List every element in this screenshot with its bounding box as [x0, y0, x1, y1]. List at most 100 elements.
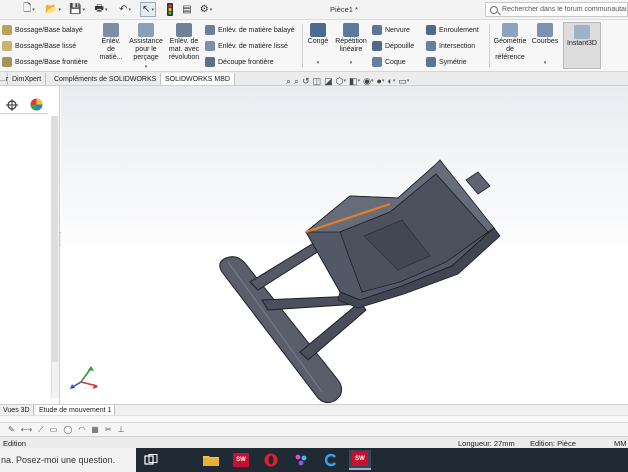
- linear-pattern-button[interactable]: Répétition linéaire ▾: [332, 23, 370, 67]
- tab-hidden[interactable]: ...r: [0, 73, 8, 85]
- hole-wizard-cut-button[interactable]: Enlév. de matiè...: [99, 23, 123, 62]
- revolved-cut-label-3: révolution: [168, 54, 200, 61]
- wrap-icon: [426, 25, 436, 35]
- save-icon[interactable]: 💾 ▾: [68, 2, 86, 17]
- revolved-cut-icon: [176, 23, 192, 37]
- boundary-cut-icon: [205, 57, 215, 67]
- hole-wizard-button[interactable]: Assistance pour le perçage ▾: [127, 23, 165, 71]
- zoom-to-fit-icon[interactable]: ⌕: [286, 76, 291, 87]
- curves-button[interactable]: Courbes ▾: [530, 23, 560, 67]
- lofted-cut-icon: [205, 41, 215, 51]
- edit-appearance-icon[interactable]: ● ▾: [376, 76, 384, 86]
- wrap-button[interactable]: Enroulement: [426, 23, 479, 37]
- options-gear-icon[interactable]: ⚙ ▾: [197, 2, 215, 17]
- apply-scene-icon[interactable]: ◐ ▾: [387, 76, 395, 86]
- line-icon[interactable]: ⟋: [38, 425, 44, 435]
- fillet-button[interactable]: Congé ▾: [305, 23, 331, 67]
- horizontal-scrollbar[interactable]: [0, 415, 628, 422]
- view-settings-icon[interactable]: ▭ ▾: [398, 76, 409, 87]
- swept-cut-button[interactable]: Enlév. de matière balayé: [205, 23, 295, 37]
- boundary-boss-button[interactable]: Bossage/Base frontière: [2, 55, 88, 69]
- title-bar: 🗋 ▾ 📂 ▾ 💾 ▾ 🖶 ▾ ↶ ▾ ↖ ▾ ▤ ⚙ ▾ Pièce1 * Recherch…: [0, 0, 628, 20]
- opera-icon[interactable]: [260, 450, 282, 470]
- revolved-cut-button[interactable]: Enlév. de mat. avec révolution: [167, 23, 201, 62]
- instant3d-button[interactable]: Instant3D: [563, 22, 601, 69]
- intersect-button[interactable]: Intersection: [426, 39, 475, 53]
- extruded-cut-label-1: Enlév.: [101, 38, 121, 45]
- lofted-boss-icon: [2, 41, 12, 51]
- dynamic-annotation-icon[interactable]: ◪: [324, 76, 333, 87]
- graphics-area[interactable]: [61, 86, 628, 404]
- lofted-boss-button[interactable]: Bossage/Base lissé: [2, 39, 76, 53]
- status-mode-text: Edition: [3, 439, 26, 448]
- features-ribbon: Bossage/Base balayé Bossage/Base lissé B…: [0, 20, 628, 72]
- circle-icon[interactable]: ◯: [63, 425, 72, 434]
- solidworks-icon: SW: [233, 453, 249, 467]
- rib-button[interactable]: Nervure: [372, 23, 410, 37]
- print-icon[interactable]: 🖶 ▾: [92, 2, 110, 17]
- instant3d-icon: [574, 25, 590, 39]
- boundary-cut-button[interactable]: Découpe frontière: [205, 55, 274, 69]
- search-placeholder: Rechercher dans le forum communautaire: [502, 6, 627, 13]
- shell-label: Coque: [385, 58, 406, 66]
- reference-geometry-button[interactable]: Géométrie de référence: [492, 23, 528, 62]
- configuration-manager-tab[interactable]: [0, 96, 24, 114]
- feature-tree-scroll-thumb[interactable]: [52, 116, 58, 362]
- swept-boss-button[interactable]: Bossage/Base balayé: [2, 23, 83, 37]
- smart-dimension-icon[interactable]: ⟷: [21, 425, 32, 434]
- sketch-icon[interactable]: ✎: [8, 425, 15, 434]
- app-molecule-icon[interactable]: [290, 450, 312, 470]
- grid-icon[interactable]: ▦: [91, 425, 99, 434]
- undo-icon[interactable]: ↶ ▾: [116, 2, 134, 17]
- tab-dimxpert[interactable]: DimXpert: [8, 73, 47, 85]
- view-orientation-icon[interactable]: ⬡ ▾: [336, 76, 346, 87]
- arc-icon[interactable]: ◠: [78, 425, 85, 434]
- solidworks-taskbar-icon[interactable]: SW: [230, 450, 252, 470]
- reference-geometry-label-2: de: [506, 46, 514, 53]
- zoom-area-icon[interactable]: ⌕: [294, 76, 299, 87]
- ribbon-separator: [489, 24, 490, 68]
- previous-view-icon[interactable]: ↺: [302, 76, 310, 87]
- part-model[interactable]: [61, 86, 628, 404]
- cortana-c-icon[interactable]: [320, 450, 342, 470]
- community-search-input[interactable]: Rechercher dans le forum communautaire: [485, 2, 628, 17]
- hole-wizard-label-2: pour le: [135, 46, 157, 53]
- reference-geometry-icon: [502, 23, 518, 37]
- cortana-placeholder: na. Posez-moi une question.: [1, 455, 116, 465]
- select-arrow-icon[interactable]: ↖ ▾: [140, 2, 156, 17]
- mirror-button[interactable]: Symétrie: [426, 55, 467, 69]
- hole-wizard-icon: [138, 23, 154, 37]
- cortana-search-box[interactable]: na. Posez-moi une question.: [0, 448, 136, 472]
- rebuild-icon[interactable]: [164, 2, 176, 17]
- extruded-cut-label-2: de: [107, 46, 115, 53]
- revolved-cut-label-1: Enlév. de: [169, 38, 199, 45]
- hide-show-items-icon[interactable]: ◉ ▾: [363, 76, 373, 87]
- instant3d-label: Instant3D: [567, 40, 597, 47]
- new-document-icon[interactable]: 🗋 ▾: [20, 2, 38, 17]
- task-view-icon[interactable]: [140, 450, 162, 470]
- draft-button[interactable]: Dépouille: [372, 39, 414, 53]
- file-properties-icon[interactable]: ▤: [180, 2, 194, 17]
- rectangle-icon[interactable]: ▭: [50, 425, 58, 434]
- display-manager-tab[interactable]: [24, 96, 48, 114]
- reference-geometry-label-1: Géométrie: [493, 38, 527, 45]
- hole-wizard-label-1: Assistance: [129, 38, 163, 45]
- open-folder-icon[interactable]: 📂 ▾: [44, 2, 62, 17]
- status-units[interactable]: MM: [614, 439, 627, 448]
- linear-pattern-label-2: linéaire: [339, 46, 363, 53]
- relations-icon[interactable]: ⊥: [118, 425, 125, 434]
- draft-label: Dépouille: [385, 42, 415, 50]
- tab-solidworks-addins[interactable]: Compléments de SOLIDWORKS: [50, 73, 162, 85]
- tab-solidworks-mbd[interactable]: SOLIDWORKS MBD: [161, 73, 235, 85]
- section-view-icon[interactable]: ◫: [313, 76, 322, 87]
- lofted-boss-label: Bossage/Base lissé: [15, 42, 77, 50]
- appearance-ball-icon: [30, 98, 42, 111]
- lofted-cut-button[interactable]: Enlév. de matière lissé: [205, 39, 288, 53]
- shell-button[interactable]: Coque: [372, 55, 406, 69]
- solidworks-active-window-icon[interactable]: SW: [349, 450, 371, 470]
- model-view-tabs: Vues 3D Etude de mouvement 1: [0, 404, 628, 416]
- display-style-icon[interactable]: ◧ ▾: [349, 76, 360, 87]
- file-explorer-icon[interactable]: [200, 450, 222, 470]
- intersect-icon: [426, 41, 436, 51]
- trim-icon[interactable]: ✂: [105, 425, 112, 434]
